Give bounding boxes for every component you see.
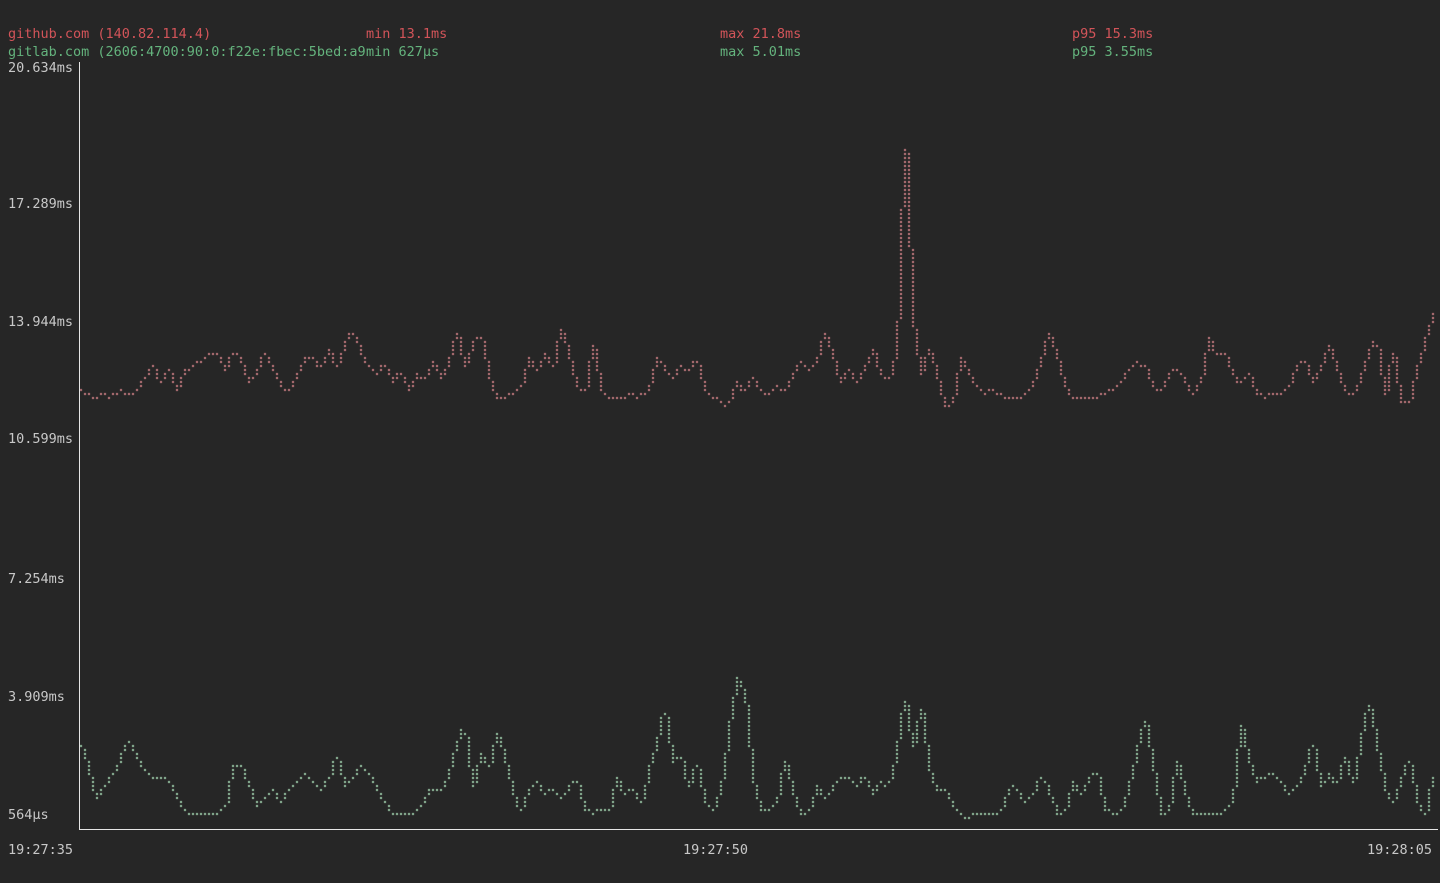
host-label-gitlab: gitlab.com (2606:4700:90:0:f22e:fbec:5be… (8, 44, 366, 60)
gping-terminal-screen: { "hosts": [ { "label": "github.com (140… (0, 0, 1440, 883)
y-tick-label: 13.944ms (8, 314, 73, 330)
stat-min-gitlab: min 627µs (366, 44, 439, 60)
x-tick-label-middle: 19:27:50 (683, 842, 748, 858)
x-tick-label-end: 19:28:05 (1367, 842, 1432, 858)
stat-min-github: min 13.1ms (366, 26, 447, 42)
stat-p95-github: p95 15.3ms (1072, 26, 1153, 42)
host-label-github: github.com (140.82.114.4) (8, 26, 211, 42)
y-tick-label: 7.254ms (8, 571, 65, 587)
stat-max-gitlab: max 5.01ms (720, 44, 801, 60)
y-tick-label: 3.909ms (8, 689, 65, 705)
y-tick-label: 17.289ms (8, 196, 73, 212)
stat-p95-gitlab: p95 3.55ms (1072, 44, 1153, 60)
stat-max-github: max 21.8ms (720, 26, 801, 42)
y-axis-line (79, 62, 80, 830)
x-tick-label-start: 19:27:35 (8, 842, 73, 858)
latency-chart-canvas (0, 0, 1440, 883)
x-axis-line (79, 829, 1438, 830)
y-tick-label: 564µs (8, 807, 49, 823)
y-tick-label: 20.634ms (8, 60, 73, 76)
y-tick-label: 10.599ms (8, 431, 73, 447)
